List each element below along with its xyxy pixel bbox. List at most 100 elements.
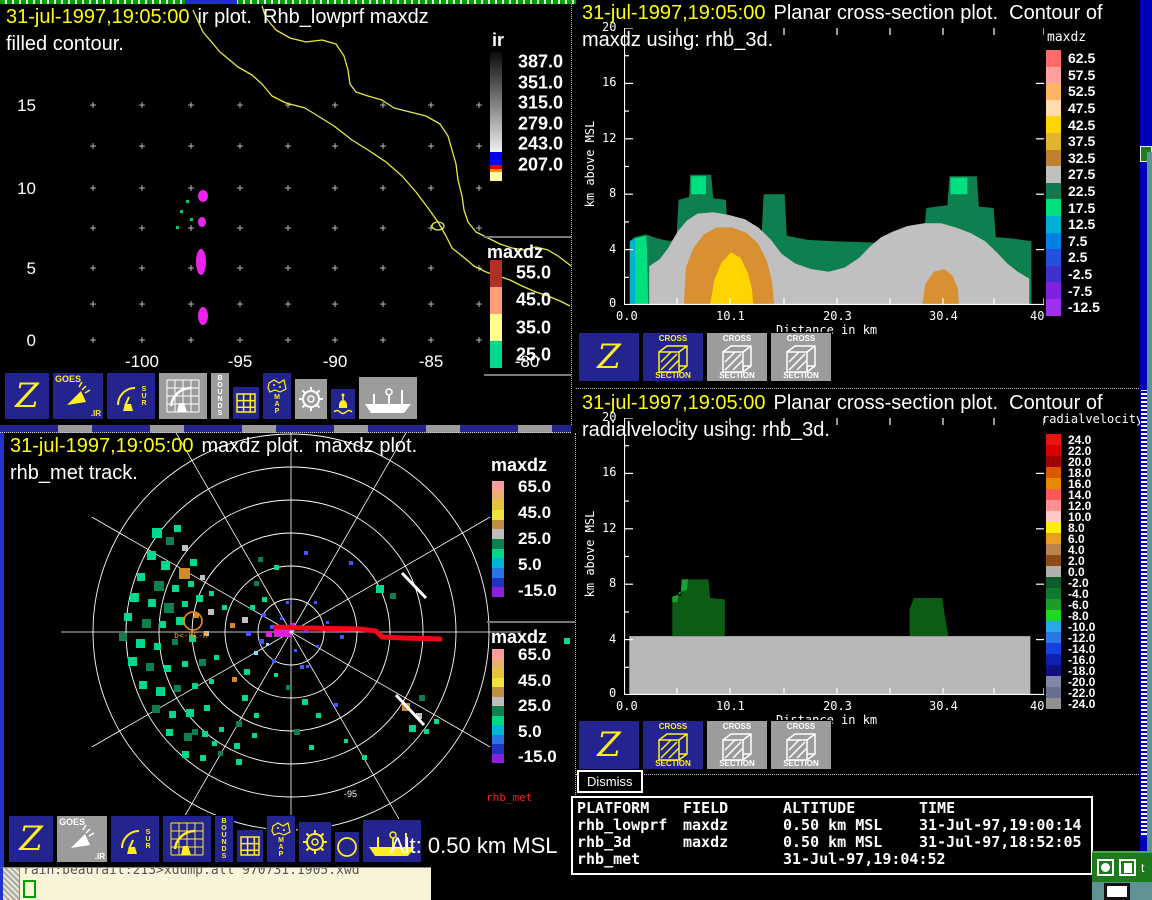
cross-section-button-3[interactable]: CROSS SECTION <box>770 720 832 770</box>
colorbar-value: 17.5 <box>1068 200 1095 216</box>
ir-panel-title: 31-jul-1997,19:05:00ir plot. Rhb_lowprf … <box>6 6 429 29</box>
corner-document-icon[interactable] <box>1119 859 1136 876</box>
colorbar-swatch <box>1046 511 1061 522</box>
svg-text:+: + <box>331 98 338 112</box>
zebra-logo-button[interactable]: Z <box>4 372 50 420</box>
bounds-button[interactable]: BOUNDS <box>210 372 230 420</box>
cube-icon <box>653 732 693 762</box>
corner-circle-icon[interactable] <box>1097 859 1114 876</box>
bounds-button[interactable]: BOUNDS <box>214 815 234 863</box>
y-tick: 20 <box>602 410 616 424</box>
radar-grid-button[interactable] <box>162 815 212 863</box>
surveillance-radar-button[interactable]: SUR <box>110 815 160 863</box>
colorbar-value: 37.5 <box>1068 133 1095 149</box>
radar-grid-button[interactable] <box>158 372 208 420</box>
status-cell: rhb_3d <box>577 834 683 851</box>
cross-label: CROSS <box>643 722 703 731</box>
colorbar-swatch <box>1046 216 1061 233</box>
cross-section-button-2[interactable]: CROSSSECTION <box>706 332 768 382</box>
corner-window-titlebar[interactable]: t <box>1092 851 1152 882</box>
svg-text:+: + <box>427 261 434 275</box>
status-cell: 0.50 km MSL <box>783 817 919 834</box>
xsec-colorbar-label: radialvelocity <box>1042 412 1143 426</box>
colorbar-swatch <box>1046 445 1061 456</box>
colorbar-swatch <box>1046 599 1061 610</box>
colorbar-swatch <box>1046 489 1061 500</box>
terminal-scrollbar[interactable] <box>3 868 20 900</box>
goes-ir-button[interactable]: GOES.IR <box>56 815 108 863</box>
ship-icon <box>362 380 414 416</box>
central-america-map: ++++++++++++++++++++++++++++++++++++++++… <box>0 4 571 425</box>
colorbar-value: 52.5 <box>1068 83 1095 99</box>
svg-text:+: + <box>138 221 145 235</box>
grid-overlay-button[interactable] <box>236 829 264 863</box>
buoy-button[interactable] <box>334 831 360 863</box>
svg-text:+: + <box>331 221 338 235</box>
colorbar-swatch <box>1046 456 1061 467</box>
dismiss-button[interactable]: Dismiss <box>577 770 643 793</box>
zebra-logo-button[interactable]: Z <box>578 332 640 382</box>
altitude-label: Alt: 0.50 km MSL <box>390 833 558 859</box>
colorbar-swatch <box>1046 478 1061 489</box>
section-label: SECTION <box>707 371 767 380</box>
map-overlay-button[interactable]: MAP <box>266 815 296 863</box>
surveillance-radar-button[interactable]: SUR <box>106 372 156 420</box>
cross-label: CROSS <box>771 722 831 731</box>
svg-text:+: + <box>138 261 145 275</box>
svg-text:+: + <box>475 333 482 347</box>
colorbar-swatch <box>1046 588 1061 599</box>
colorbar-value: 57.5 <box>1068 67 1095 83</box>
colorbar-swatch <box>1046 467 1061 478</box>
status-cell: rhb_lowprf <box>577 817 683 834</box>
svg-text:+: + <box>236 98 243 112</box>
sur-label: SUR <box>141 386 148 407</box>
svg-text:+: + <box>138 333 145 347</box>
status-cell <box>919 851 1087 868</box>
section-label: SECTION <box>771 759 831 768</box>
lat-tick: 15 <box>8 96 36 116</box>
track-annotation: b<-5C-R <box>174 631 208 640</box>
colorbar-value: 22.5 <box>1068 183 1095 199</box>
colorbar-swatch <box>1046 500 1061 511</box>
colorbar-value: -24.0 <box>1068 697 1095 711</box>
range-rings-button[interactable] <box>294 378 328 420</box>
terminal-prompt-text: rain:beaufait:213>xdump.all 970731.1905.… <box>23 867 360 878</box>
colorbar-value: -7.5 <box>1068 283 1092 299</box>
map-overlay-button[interactable]: MAP <box>262 372 292 420</box>
zebra-logo-button[interactable]: Z <box>578 720 640 770</box>
grid-overlay-button[interactable] <box>232 386 260 420</box>
bounds-label: BOUNDS <box>221 818 228 860</box>
cross-section-button-2[interactable]: CROSSSECTION <box>706 720 768 770</box>
y-tick: 8 <box>609 576 616 590</box>
zebra-z-icon: Z <box>19 822 43 856</box>
cross-section-button-1[interactable]: CROSSSECTION <box>642 332 704 382</box>
svg-text:+: + <box>379 261 386 275</box>
xsec-maxdz-title: 31-jul-1997,19:05:00Planar cross-section… <box>582 2 1103 25</box>
svg-text:+: + <box>89 139 96 153</box>
map-icon <box>267 378 287 394</box>
svg-text:+: + <box>187 181 194 195</box>
timestamp: 31-jul-1997,19:05:00 <box>6 6 189 28</box>
cube-icon <box>781 344 821 374</box>
buoy-button[interactable] <box>330 388 356 420</box>
svg-text:+: + <box>475 297 482 311</box>
radar-antenna-icon <box>115 379 141 413</box>
colorbar-swatch <box>1046 199 1061 216</box>
svg-text:+: + <box>187 261 194 275</box>
svg-text:+: + <box>427 139 434 153</box>
circle-icon <box>335 835 359 859</box>
cross-section-button-1[interactable]: CROSSSECTION <box>642 720 704 770</box>
colorbar-value: -12.5 <box>1068 299 1100 315</box>
svg-text:+: + <box>331 139 338 153</box>
ship-track-button[interactable] <box>358 376 418 420</box>
svg-text:+: + <box>89 221 96 235</box>
terminal-window[interactable]: rain:beaufait:213>xdump.all 970731.1905.… <box>0 867 431 900</box>
range-rings-button[interactable] <box>298 821 332 863</box>
status-cell: 0.50 km MSL <box>783 834 919 851</box>
goes-ir-button[interactable]: GOES.IR <box>52 372 104 420</box>
y-tick: 16 <box>602 465 616 479</box>
zebra-logo-button[interactable]: Z <box>8 815 54 863</box>
status-cell: 31-Jul-97,18:52:05 <box>919 834 1087 851</box>
colorbar-swatch <box>1046 116 1061 133</box>
cross-section-button-3[interactable]: CROSSSECTION <box>770 332 832 382</box>
